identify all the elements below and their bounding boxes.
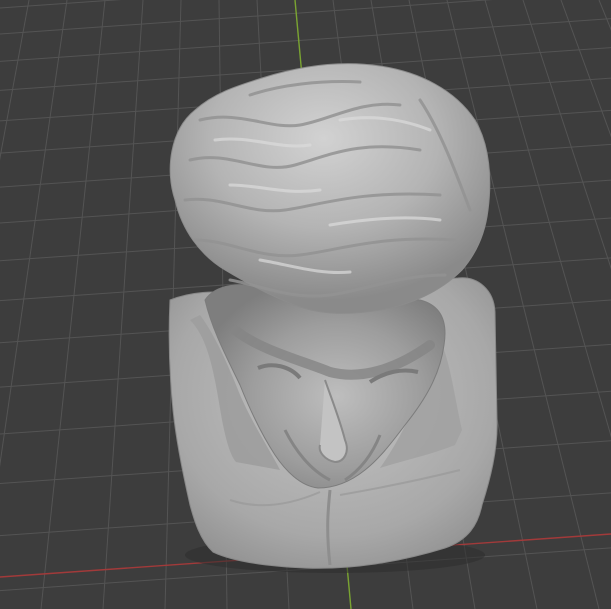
grid-line bbox=[0, 0, 68, 468]
grid-line bbox=[0, 0, 493, 35]
3d-viewport[interactable] bbox=[0, 0, 611, 609]
bust-model[interactable] bbox=[168, 63, 498, 573]
viewport-canvas[interactable] bbox=[0, 0, 611, 609]
grid-line bbox=[0, 0, 30, 161]
grid-line bbox=[0, 0, 122, 9]
grid-line bbox=[522, 0, 611, 270]
grid-line bbox=[40, 0, 106, 609]
grid-line bbox=[102, 0, 144, 609]
grid-line bbox=[598, 0, 611, 31]
grid-line bbox=[560, 0, 611, 138]
grid-line bbox=[0, 18, 611, 62]
